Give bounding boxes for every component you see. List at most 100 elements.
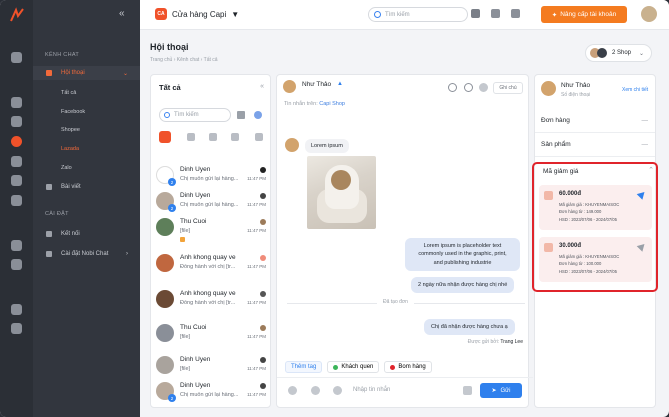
contact-name: Dinh Uyen (180, 356, 211, 363)
list-item[interactable]: Thu Cuoi [file] 11:47 PM (151, 215, 271, 242)
sub-item-all[interactable]: Tất cả (61, 90, 76, 96)
search-input[interactable]: Tìm kiếm (368, 7, 468, 22)
list-item[interactable]: Anh khong quay ve Đồng hành với chị [tr..… (151, 251, 271, 277)
phone-icon[interactable] (11, 116, 22, 127)
collapse-list-icon[interactable]: « (260, 83, 264, 90)
bot-icon[interactable] (11, 175, 22, 186)
globe-icon[interactable] (11, 52, 22, 63)
avatar (156, 324, 174, 342)
sub-item-facebook[interactable]: Facebook (61, 109, 85, 115)
nav-label: Kết nối (61, 231, 80, 237)
message-preview: Đồng hành với chị [tr... (180, 300, 236, 306)
upgrade-label: Nâng cấp tài khoản (560, 11, 617, 18)
tag-chip[interactable]: Bom hàng (384, 361, 432, 373)
search-icon (164, 112, 170, 118)
channel-icon (260, 383, 266, 389)
filter-unanswered-icon[interactable] (209, 133, 217, 141)
nav-item-conversations[interactable]: Hội thoại ⌄ (33, 66, 140, 80)
report-icon[interactable] (11, 240, 22, 251)
info-icon[interactable] (448, 83, 457, 92)
note-button[interactable]: Ghi chú (493, 82, 523, 94)
tag-dot (180, 237, 185, 242)
bell-icon[interactable] (471, 9, 480, 18)
template-icon[interactable] (311, 386, 320, 395)
nav-label: Cài đặt Nobi Chat (61, 251, 109, 257)
add-tag-button[interactable]: Thêm tag (285, 361, 323, 373)
message-input[interactable]: Nhập tin nhắn (353, 387, 390, 393)
list-item[interactable]: Anh khong quay ve Đồng hành với chị [tr..… (151, 287, 271, 313)
contact-name: Dinh Uyen (180, 192, 211, 199)
shop-name: Cửa hàng Capi (172, 9, 227, 19)
order-created-label: Đã tạo đơn (377, 299, 414, 305)
avatar[interactable] (641, 6, 657, 22)
message-time: 11:47 PM (247, 392, 266, 397)
shop-selector[interactable]: CA Cửa hàng Capi ▼ (155, 8, 239, 20)
page-title: Hội thoại (150, 42, 189, 52)
message-bubble-out: Lorem ipsum is placeholder text commonly … (405, 238, 520, 271)
inbox-icon[interactable] (11, 97, 22, 108)
flag-icon[interactable] (491, 9, 500, 18)
ai-icon[interactable] (254, 111, 262, 119)
nav-item-settings[interactable]: Cài đặt Nobi Chat › (33, 247, 140, 261)
spark-icon[interactable] (11, 195, 22, 206)
message-line: and publishing industrie (433, 259, 492, 266)
settings-icon (46, 251, 52, 257)
list-item[interactable]: 2 Dinh Uyen Chị muốn gửi lại hàng... 11:47 … (151, 379, 271, 405)
upgrade-button[interactable]: ✦ Nâng cấp tài khoản (541, 6, 627, 23)
nav-item-connect[interactable]: Kết nối (33, 227, 140, 241)
avatar (283, 80, 296, 93)
send-label: Gửi (500, 387, 511, 394)
apps-icon[interactable] (11, 304, 22, 315)
list-item[interactable]: Thu Cuoi [file] 11:47 PM (151, 321, 271, 347)
emoji-icon[interactable] (333, 386, 342, 395)
sub-item-zalo[interactable]: Zalo (61, 165, 72, 171)
tag-chip[interactable]: Khách quen (327, 361, 380, 373)
view-details-link[interactable]: Xem chi tiết (622, 87, 648, 93)
attach-icon[interactable] (288, 386, 297, 395)
filter-tag-icon[interactable] (231, 133, 239, 141)
sub-item-lazada[interactable]: Lazada (61, 146, 79, 152)
list-item[interactable]: 2 Dinh Uyen Chị muốn gửi lại hàng... 11:47 … (151, 163, 271, 189)
app-window: « KÊNH CHAT Hội thoại ⌄ Tất cả Facebook S… (0, 0, 669, 417)
search-placeholder: Tìm kiếm (174, 112, 199, 118)
store-icon[interactable] (11, 156, 22, 167)
sort-icon[interactable] (237, 111, 245, 119)
filter-read-icon[interactable] (187, 133, 195, 141)
gear-icon[interactable] (11, 323, 22, 334)
message-preview: Đồng hành với chị [tr... (180, 264, 236, 270)
list-title: Tất cả (159, 83, 181, 92)
conversation-search-input[interactable]: Tìm kiếm (159, 108, 231, 122)
list-item[interactable]: Dinh Uyen [file] 11:47 PM (151, 353, 271, 379)
send-button[interactable]: ➤ Gửi (480, 383, 522, 398)
customer-name: Như Thảo (561, 82, 591, 89)
conversation-list: Tất cả « Tìm kiếm 2 Dinh Uyen Chị muốn gửi… (150, 74, 271, 408)
message-image[interactable] (307, 156, 376, 229)
chat-icon[interactable] (11, 136, 22, 147)
avatar (156, 254, 174, 272)
tag-dot (333, 364, 339, 370)
nav-item-posts[interactable]: Bài viết (33, 180, 140, 194)
monitor-icon[interactable] (511, 9, 520, 18)
document-icon[interactable] (11, 259, 22, 270)
message-time: 11:47 PM (247, 366, 266, 371)
shop-switcher[interactable]: 2 Shop ⌄ (585, 44, 652, 62)
channel-icon (260, 291, 266, 297)
channel-icon (260, 193, 266, 199)
sub-item-shopee[interactable]: Shopee (61, 127, 80, 133)
image-icon[interactable] (463, 386, 472, 395)
collapse-icon[interactable]: « (119, 8, 125, 19)
check-icon[interactable] (479, 83, 488, 92)
side-nav: « KÊNH CHAT Hội thoại ⌄ Tất cả Facebook S… (33, 0, 140, 417)
shop-count: 2 Shop (612, 50, 632, 56)
refresh-icon[interactable] (464, 83, 473, 92)
products-row[interactable]: Sản phẩm — (535, 133, 655, 157)
list-item[interactable]: 2 Dinh Uyen Chị muốn gửi lại hàng... 11:47 … (151, 189, 271, 215)
collapse-icon: — (641, 141, 649, 148)
filter-all-icon[interactable] (159, 131, 171, 143)
orders-row[interactable]: Đơn hàng — (535, 109, 655, 133)
tag-label: Bom hàng (398, 364, 426, 370)
customer-phone: Số điện thoại (561, 92, 591, 98)
tag-bar: Thêm tag Khách quen Bom hàng (285, 361, 432, 373)
filter-order-icon[interactable] (255, 133, 263, 141)
tag-dot (390, 364, 396, 370)
